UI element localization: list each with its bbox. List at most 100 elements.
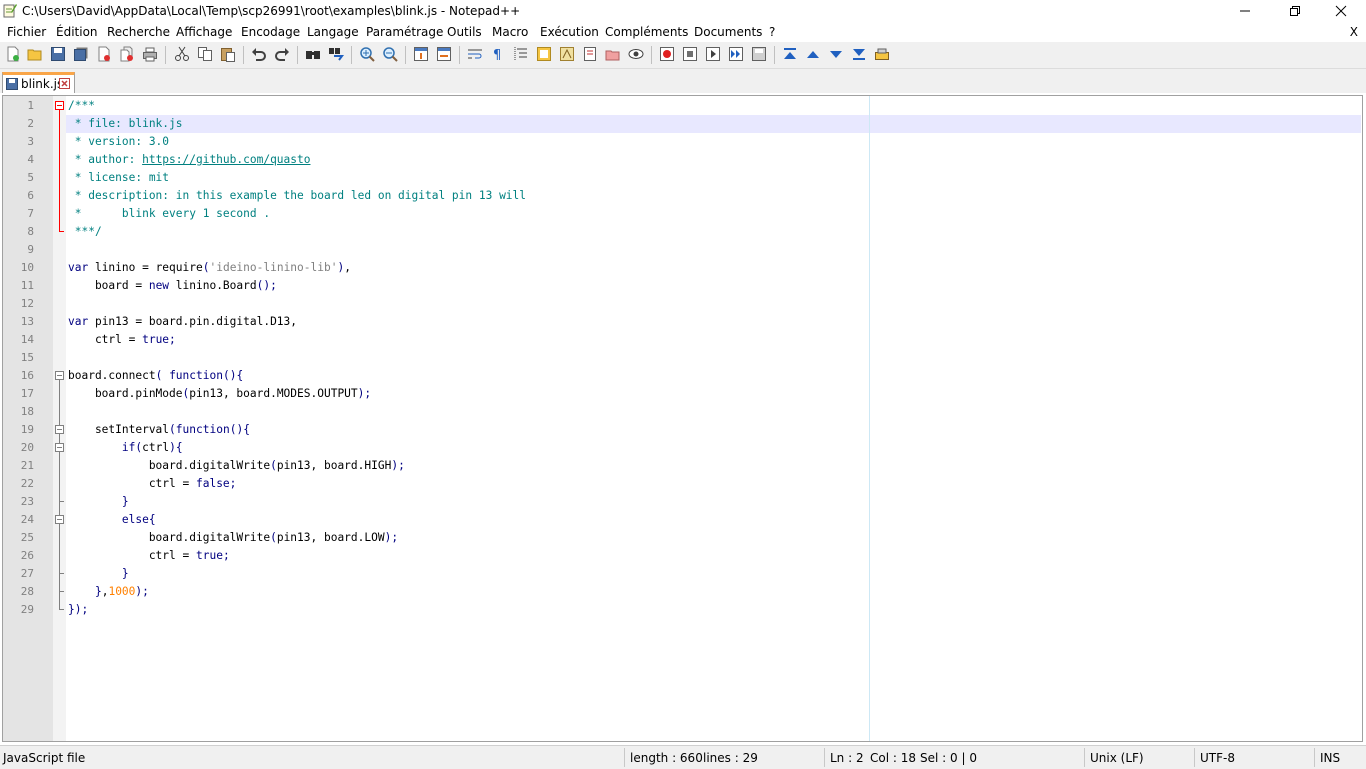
- line-number: 26: [20, 549, 34, 562]
- code-line[interactable]: board.digitalWrite(pin13, board.HIGH);: [68, 457, 405, 475]
- code-line[interactable]: if(ctrl){: [68, 439, 183, 457]
- menu-fichier[interactable]: Fichier: [7, 25, 46, 39]
- toolbar-separator: [297, 46, 298, 64]
- line-number: 4: [27, 153, 34, 166]
- code-line[interactable]: board.connect( function(){: [68, 367, 243, 385]
- copy-icon[interactable]: [197, 46, 213, 62]
- code-line[interactable]: board = new linino.Board();: [68, 277, 277, 295]
- replace-icon[interactable]: [328, 46, 344, 62]
- undo-icon[interactable]: [251, 46, 267, 62]
- code-line[interactable]: setInterval(function(){: [68, 421, 250, 439]
- code-line[interactable]: }: [68, 565, 129, 583]
- indent-guide-icon[interactable]: [513, 46, 529, 62]
- code-line[interactable]: ***/: [68, 223, 102, 241]
- code-line[interactable]: * license: mit: [68, 169, 169, 187]
- status-lines: lines : 29: [703, 751, 758, 765]
- code-line[interactable]: ctrl = true;: [68, 547, 230, 565]
- tab-close-icon[interactable]: [59, 78, 70, 89]
- move-to-bottom-icon[interactable]: [851, 46, 867, 62]
- zoom-in-icon[interactable]: [359, 46, 375, 62]
- menu-macro[interactable]: Macro: [492, 25, 528, 39]
- code-line[interactable]: else{: [68, 511, 156, 529]
- fold-toggle-icon[interactable]: [55, 371, 64, 380]
- close-document-button[interactable]: X: [1350, 25, 1358, 39]
- plugin-icon[interactable]: [874, 46, 890, 62]
- sync-horizontal-icon[interactable]: [436, 46, 452, 62]
- close-all-icon[interactable]: [119, 46, 135, 62]
- menu-recherche[interactable]: Recherche: [107, 25, 170, 39]
- redo-icon[interactable]: [274, 46, 290, 62]
- stop-record-icon[interactable]: [682, 46, 698, 62]
- print-icon[interactable]: [142, 46, 158, 62]
- toolbar-separator: [351, 46, 352, 64]
- code-line[interactable]: var linino = require('ideino-linino-lib'…: [68, 259, 351, 277]
- menu-outils[interactable]: Outils: [447, 25, 482, 39]
- move-to-top-icon[interactable]: [782, 46, 798, 62]
- tab-blink-js[interactable]: blink.js: [2, 72, 75, 93]
- open-file-icon[interactable]: [27, 46, 43, 62]
- menu-help[interactable]: ?: [769, 25, 775, 39]
- code-line[interactable]: board.digitalWrite(pin13, board.LOW);: [68, 529, 398, 547]
- close-file-icon[interactable]: [96, 46, 112, 62]
- code-line[interactable]: * description: in this example the board…: [68, 187, 526, 205]
- code-line[interactable]: * file: blink.js: [68, 115, 183, 133]
- save-all-icon[interactable]: [73, 46, 89, 62]
- code-line[interactable]: var pin13 = board.pin.digital.D13,: [68, 313, 297, 331]
- menu-parametrage[interactable]: Paramétrage: [366, 25, 443, 39]
- run-macro-multiple-icon[interactable]: [728, 46, 744, 62]
- code-line[interactable]: board.pinMode(pin13, board.MODES.OUTPUT)…: [68, 385, 371, 403]
- title-bar: C:\Users\David\AppData\Local\Temp\scp269…: [0, 0, 1366, 22]
- fold-line: [59, 110, 60, 231]
- document-map-icon[interactable]: [582, 46, 598, 62]
- status-encoding[interactable]: UTF-8: [1200, 751, 1235, 765]
- code-line[interactable]: },1000);: [68, 583, 149, 601]
- save-macro-icon[interactable]: [751, 46, 767, 62]
- menu-edition[interactable]: Édition: [56, 25, 98, 39]
- show-all-chars-icon[interactable]: ¶: [490, 46, 506, 62]
- new-file-icon[interactable]: [5, 46, 21, 62]
- code-line[interactable]: /***: [68, 97, 95, 115]
- move-up-icon[interactable]: [805, 46, 821, 62]
- word-wrap-icon[interactable]: [467, 46, 483, 62]
- code-line[interactable]: * author: https://github.com/quasto: [68, 151, 311, 169]
- paste-icon[interactable]: [220, 46, 236, 62]
- play-macro-icon[interactable]: [705, 46, 721, 62]
- code-line[interactable]: }: [68, 493, 129, 511]
- fold-toggle-icon[interactable]: [55, 515, 64, 524]
- fold-toggle-icon[interactable]: [55, 443, 64, 452]
- minimize-button[interactable]: [1222, 0, 1268, 22]
- code-line[interactable]: ctrl = true;: [68, 331, 176, 349]
- line-number: 16: [20, 369, 34, 382]
- close-window-button[interactable]: [1318, 0, 1364, 22]
- find-icon[interactable]: [305, 46, 321, 62]
- sync-vertical-icon[interactable]: [413, 46, 429, 62]
- doc-list-icon[interactable]: [605, 46, 621, 62]
- line-number: 23: [20, 495, 34, 508]
- menu-affichage[interactable]: Affichage: [176, 25, 232, 39]
- restore-button[interactable]: [1272, 0, 1318, 22]
- function-list-icon[interactable]: [536, 46, 552, 62]
- line-number: 9: [27, 243, 34, 256]
- menu-documents[interactable]: Documents: [694, 25, 762, 39]
- monitoring-icon[interactable]: [628, 46, 644, 62]
- folder-as-workspace-icon[interactable]: [559, 46, 575, 62]
- code-line[interactable]: * blink every 1 second .: [68, 205, 270, 223]
- menu-encodage[interactable]: Encodage: [241, 25, 300, 39]
- menu-execution[interactable]: Exécution: [540, 25, 599, 39]
- code-editor[interactable]: 1 /*** 2 * file: blink.js 3 * version: 3.0 4…: [2, 95, 1363, 742]
- zoom-out-icon[interactable]: [382, 46, 398, 62]
- code-line[interactable]: ctrl = false;: [68, 475, 237, 493]
- fold-toggle-icon[interactable]: [55, 101, 64, 110]
- cut-icon[interactable]: [174, 46, 190, 62]
- code-line[interactable]: });: [68, 601, 88, 619]
- code-line[interactable]: * version: 3.0: [68, 133, 169, 151]
- status-separator: [1314, 748, 1315, 767]
- fold-toggle-icon[interactable]: [55, 425, 64, 434]
- menu-complements[interactable]: Compléments: [605, 25, 688, 39]
- move-down-icon[interactable]: [828, 46, 844, 62]
- menu-langage[interactable]: Langage: [307, 25, 359, 39]
- status-eol[interactable]: Unix (LF): [1090, 751, 1144, 765]
- status-insert-mode[interactable]: INS: [1320, 751, 1340, 765]
- save-icon[interactable]: [50, 46, 66, 62]
- record-macro-icon[interactable]: [659, 46, 675, 62]
